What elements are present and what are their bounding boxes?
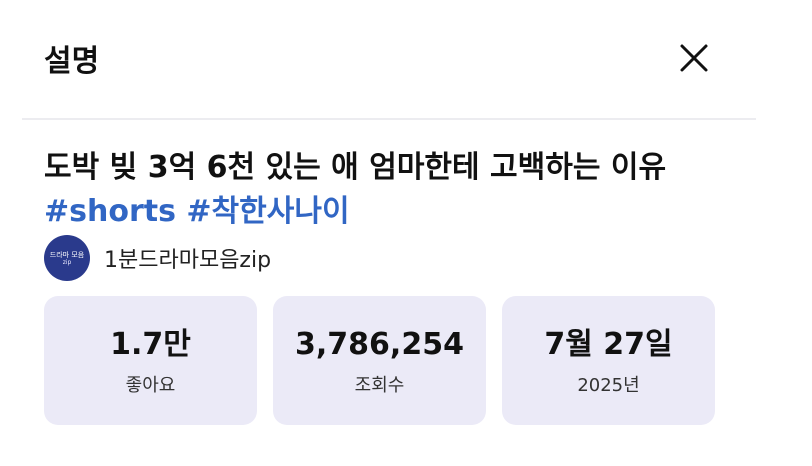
- header-divider: [22, 118, 756, 120]
- upload-year: 2025년: [577, 375, 640, 396]
- close-button[interactable]: [672, 36, 716, 80]
- stat-card-date: 7월 27일 2025년: [502, 296, 715, 425]
- description-panel: 설명 도박 빚 3억 6천 있는 애 엄마한테 고백하는 이유 #shorts …: [0, 0, 812, 466]
- channel-name[interactable]: 1분드라마모음zip: [104, 242, 271, 274]
- likes-count: 1.7만: [110, 327, 191, 362]
- panel-header: 설명: [0, 0, 812, 118]
- hashtag-good-guy[interactable]: #착한사나이: [186, 194, 349, 229]
- views-count: 3,786,254: [295, 327, 464, 362]
- video-title: 도박 빚 3억 6천 있는 애 엄마한테 고백하는 이유: [44, 150, 667, 185]
- hashtag-row: #shorts #착한사나이: [44, 190, 350, 234]
- channel-row[interactable]: 드라마 모음 zip 1분드라마모음zip: [44, 235, 271, 281]
- channel-avatar[interactable]: 드라마 모음 zip: [44, 235, 90, 281]
- close-icon: [680, 44, 708, 72]
- hashtag-shorts[interactable]: #shorts: [44, 194, 176, 229]
- likes-label: 좋아요: [125, 375, 176, 396]
- avatar-text-top: 드라마 모음: [49, 250, 85, 259]
- panel-title: 설명: [44, 44, 100, 79]
- upload-date: 7월 27일: [544, 327, 673, 362]
- stat-card-views: 3,786,254 조회수: [273, 296, 486, 425]
- avatar-text-bottom: zip: [62, 258, 72, 266]
- stat-card-likes: 1.7만 좋아요: [44, 296, 257, 425]
- views-label: 조회수: [354, 375, 405, 396]
